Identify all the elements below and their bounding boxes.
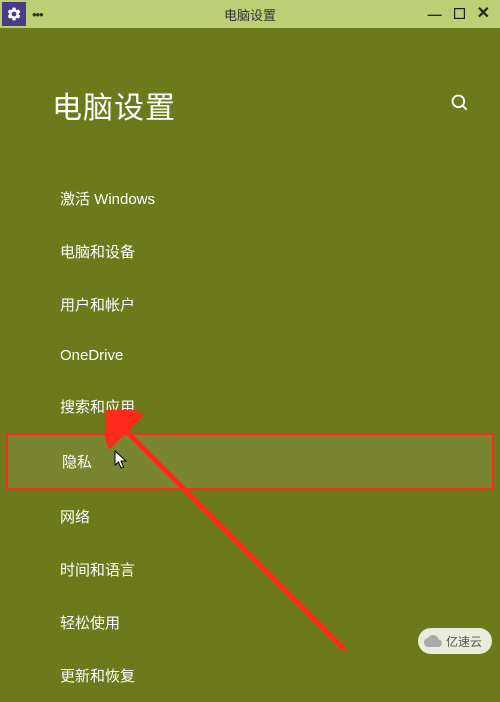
- watermark-text: 亿速云: [446, 633, 482, 650]
- minimize-button[interactable]: —: [428, 7, 442, 21]
- maximize-button[interactable]: [454, 7, 465, 21]
- menu-label: OneDrive: [60, 347, 123, 364]
- menu-item-pc-devices[interactable]: 电脑和设备: [0, 225, 500, 278]
- menu-item-search-apps[interactable]: 搜索和应用: [0, 380, 500, 433]
- menu-item-activate-windows[interactable]: 激活 Windows: [0, 172, 500, 225]
- settings-menu: 激活 Windows 电脑和设备 用户和帐户 OneDrive 搜索和应用 隐私…: [0, 152, 500, 702]
- search-icon[interactable]: [450, 93, 470, 118]
- menu-item-users-accounts[interactable]: 用户和帐户: [0, 278, 500, 331]
- menu-item-network[interactable]: 网络: [0, 490, 500, 543]
- menu-label: 轻松使用: [60, 615, 120, 632]
- cursor-icon: [114, 450, 130, 470]
- header-row: 电脑设置: [0, 28, 500, 152]
- menu-label: 电脑和设备: [60, 244, 135, 261]
- app-settings-icon[interactable]: [2, 2, 26, 26]
- menu-item-update-recovery[interactable]: 更新和恢复: [0, 649, 500, 702]
- menu-item-onedrive[interactable]: OneDrive: [0, 331, 500, 380]
- window-controls: — ✕: [428, 6, 500, 22]
- menu-label: 时间和语言: [60, 562, 135, 579]
- close-button[interactable]: ✕: [477, 6, 490, 22]
- menu-label: 隐私: [62, 454, 92, 471]
- menu-label: 更新和恢复: [60, 668, 135, 685]
- cloud-icon: [424, 632, 442, 650]
- menu-item-time-language[interactable]: 时间和语言: [0, 543, 500, 596]
- menu-label: 搜索和应用: [60, 399, 135, 416]
- menu-label: 用户和帐户: [60, 297, 135, 314]
- menu-dots-icon[interactable]: •••: [32, 7, 43, 22]
- window-title: 电脑设置: [224, 5, 276, 24]
- content-area: 电脑设置 激活 Windows 电脑和设备 用户和帐户 OneDrive 搜索和…: [0, 28, 500, 702]
- titlebar-left: •••: [0, 2, 43, 26]
- page-title: 电脑设置: [52, 83, 176, 127]
- watermark: 亿速云: [418, 628, 492, 654]
- titlebar: ••• 电脑设置 — ✕: [0, 0, 500, 28]
- menu-item-privacy[interactable]: 隐私: [6, 433, 494, 490]
- menu-label: 网络: [60, 509, 90, 526]
- menu-label: 激活 Windows: [60, 191, 155, 208]
